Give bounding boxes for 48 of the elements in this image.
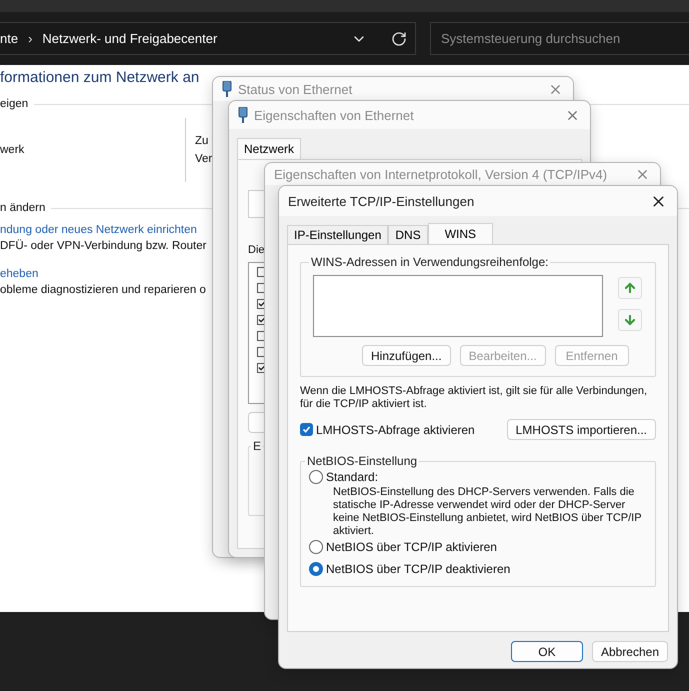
task-description: DFÜ- oder VPN-Verbindung bzw. Router xyxy=(0,240,206,252)
radio-button[interactable] xyxy=(309,540,323,554)
move-down-icon[interactable] xyxy=(618,309,642,331)
breadcrumb-item[interactable]: Netzwerk- und Freigabecenter xyxy=(42,31,218,46)
task-link[interactable]: eheben xyxy=(0,268,38,280)
radio-label: Standard: xyxy=(326,470,378,484)
check-icon xyxy=(302,425,311,434)
checkbox[interactable] xyxy=(300,423,313,436)
radio-button[interactable] xyxy=(309,470,323,484)
page-heading: formationen zum Netzwerk an xyxy=(0,69,200,86)
window-title: Eigenschaften von Internetprotokoll, Version 4 (TCP/IPv4) xyxy=(274,166,608,182)
radio-button[interactable] xyxy=(309,562,323,576)
task-description: obleme diagnostizieren und reparieren o xyxy=(0,284,206,296)
refresh-icon[interactable] xyxy=(391,30,407,46)
access-label: Ver xyxy=(195,153,212,165)
tab[interactable]: DNS xyxy=(388,225,428,244)
import-button[interactable]: LMHOSTS importieren... xyxy=(506,419,656,440)
tab[interactable]: Netzwerk xyxy=(237,138,302,160)
breadcrumb-bar[interactable]: nte › Netzwerk- und Freigabecenter xyxy=(0,22,416,55)
wins-address-list[interactable] xyxy=(313,275,603,337)
option-description: NetBIOS-Einstellung des DHCP-Servers verwenden. Falls die statische IP-Adresse verwendet wird oder der DHCP-Server keine NetBIOS-Einstellung anbietet, wird NetBIOS über TCP/IP aktiviert. xyxy=(333,486,642,538)
field-label: Die xyxy=(248,244,266,256)
section-label: n ändern xyxy=(0,202,46,214)
group-label: E xyxy=(252,439,262,453)
window-title: Erweiterte TCP/IP-Einstellungen xyxy=(288,194,476,208)
task-link[interactable]: ndung oder neues Netzwerk einrichten xyxy=(0,224,197,236)
move-up-icon[interactable] xyxy=(618,277,642,299)
dialog-button[interactable]: Abbrechen xyxy=(592,641,668,662)
lmhosts-note: Wenn die LMHOSTS-Abfrage aktiviert ist, gilt sie für alle Verbindungen, für die TCP/IP aktiviert ist. xyxy=(300,385,648,411)
breadcrumb-item[interactable]: nte xyxy=(0,31,18,46)
window-title: Eigenschaften von Ethernet xyxy=(254,108,415,122)
tab[interactable]: IP-Einstellungen xyxy=(287,225,388,244)
search-field[interactable]: Systemsteuerung durchsuchen xyxy=(430,22,689,55)
tab[interactable]: WINS xyxy=(428,223,494,245)
network-name: werk xyxy=(0,144,26,156)
section-label: eigen xyxy=(0,98,30,110)
radio-label: NetBIOS über TCP/IP deaktivieren xyxy=(326,562,510,576)
checkbox-label: LMHOSTS-Abfrage aktivieren xyxy=(316,422,475,436)
radio-label: NetBIOS über TCP/IP aktivieren xyxy=(326,540,497,554)
dialog-button[interactable]: OK xyxy=(510,641,583,662)
ethernet-plug-icon xyxy=(222,81,232,97)
group-label: WINS-Adressen in Verwendungsreihenfolge: xyxy=(310,255,550,269)
group-label: NetBIOS-Einstellung xyxy=(306,454,418,468)
window-title: Status von Ethernet xyxy=(238,82,354,96)
breadcrumb-separator: › xyxy=(28,31,32,46)
ethernet-plug-icon xyxy=(238,107,248,123)
access-label: Zu xyxy=(195,135,210,147)
wins-button[interactable]: Hinzufügen... xyxy=(362,345,451,366)
